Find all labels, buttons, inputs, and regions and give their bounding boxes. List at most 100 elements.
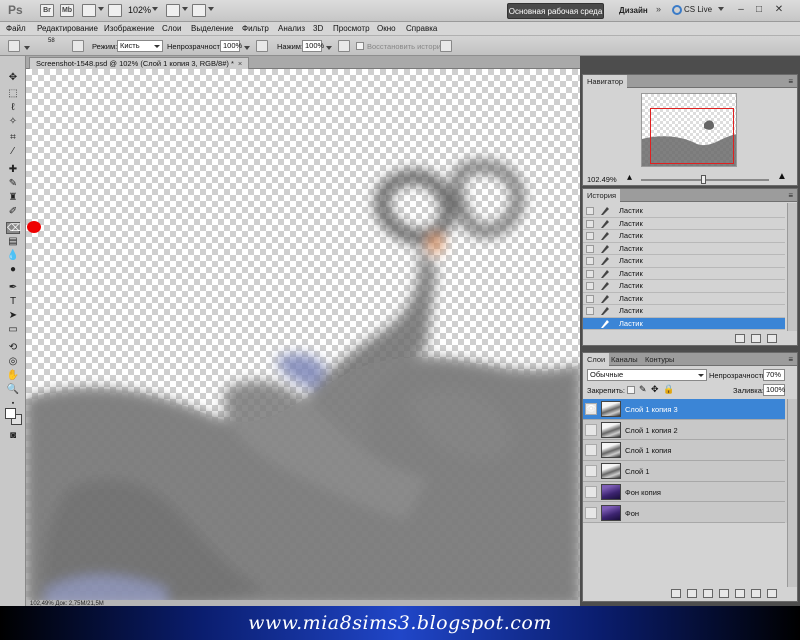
minimize-button[interactable]: –: [734, 3, 748, 17]
history-brush-tool-icon[interactable]: ✐: [6, 206, 20, 218]
layer-opacity-input[interactable]: 70%: [763, 369, 785, 381]
screen-mode-icon[interactable]: [192, 4, 206, 17]
layer-visibility-icon[interactable]: [585, 465, 597, 478]
new-layer-icon[interactable]: [751, 589, 761, 598]
tab-navigator[interactable]: Навигатор: [583, 75, 628, 88]
blend-mode-select[interactable]: Обычные: [587, 369, 707, 381]
menu-analysis[interactable]: Анализ: [278, 24, 305, 33]
workspace-more-icon[interactable]: »: [656, 4, 661, 14]
opacity-input[interactable]: 100%: [220, 40, 242, 52]
eraser-tool-icon[interactable]: ⌫: [6, 222, 21, 234]
tab-history[interactable]: История: [583, 189, 621, 202]
path-select-tool-icon[interactable]: ➤: [6, 310, 20, 322]
layer-row[interactable]: Слой 1 копия: [583, 440, 785, 462]
history-source-checkbox[interactable]: [586, 294, 594, 303]
layer-row[interactable]: 👁 Слой 1 копия 3: [583, 399, 785, 420]
navigator-zoom[interactable]: 102.49%: [587, 175, 617, 184]
crop-tool-icon[interactable]: ⌗: [6, 132, 20, 144]
maximize-button[interactable]: □: [752, 3, 766, 17]
eraser-preset-icon[interactable]: [8, 40, 20, 52]
chevron-down-icon[interactable]: [24, 44, 30, 50]
menu-layer[interactable]: Слои: [162, 24, 181, 33]
zoom-level[interactable]: 102%: [128, 5, 151, 15]
workspace-design-button[interactable]: Дизайн: [619, 6, 648, 15]
navigator-slider-knob[interactable]: [701, 175, 706, 184]
layer-row[interactable]: Слой 1: [583, 461, 785, 482]
history-source-checkbox[interactable]: [586, 219, 594, 228]
brush-panel-icon[interactable]: [72, 40, 84, 52]
layer-mask-icon[interactable]: [703, 589, 713, 598]
history-state[interactable]: Ластик: [583, 230, 785, 243]
zoom-in-icon[interactable]: ▲: [777, 171, 787, 182]
chevron-down-icon[interactable]: [98, 5, 104, 11]
document-canvas[interactable]: [26, 69, 580, 606]
layer-visibility-icon[interactable]: 👁: [585, 403, 597, 415]
new-document-from-state-icon[interactable]: [735, 334, 745, 343]
history-state[interactable]: Ластик: [583, 317, 785, 330]
chevron-down-icon[interactable]: [208, 5, 214, 11]
history-source-checkbox[interactable]: [586, 232, 594, 240]
restore-history-checkbox[interactable]: [356, 42, 364, 50]
chevron-down-icon[interactable]: [718, 5, 724, 11]
menu-window[interactable]: Окно: [377, 24, 396, 33]
tab-paths[interactable]: Контуры: [641, 353, 678, 366]
layer-row[interactable]: Фон копия: [583, 482, 785, 503]
quick-mask-icon[interactable]: ◙: [6, 430, 20, 442]
menu-select[interactable]: Выделение: [191, 24, 233, 33]
brush-tool-icon[interactable]: ✎: [6, 178, 20, 190]
panel-menu-icon[interactable]: ≡: [788, 192, 793, 200]
chevron-down-icon[interactable]: [182, 5, 188, 11]
move-tool-icon[interactable]: ✥: [6, 72, 20, 84]
mode-select[interactable]: Кисть: [117, 40, 163, 52]
menu-edit[interactable]: Редактирование: [37, 24, 98, 33]
history-scrollbar[interactable]: [787, 203, 797, 331]
chevron-down-icon[interactable]: [244, 44, 250, 50]
clone-stamp-tool-icon[interactable]: ♜: [6, 192, 20, 204]
eyedropper-tool-icon[interactable]: ⁄: [6, 146, 20, 158]
history-source-checkbox[interactable]: [586, 269, 594, 278]
blur-tool-icon[interactable]: 💧: [6, 250, 20, 262]
3d-orbit-tool-icon[interactable]: ◎: [6, 356, 20, 368]
menu-filter[interactable]: Фильтр: [242, 24, 269, 33]
arrange-documents-icon[interactable]: [166, 4, 180, 17]
menu-help[interactable]: Справка: [406, 24, 437, 33]
history-state[interactable]: Ластик: [583, 280, 785, 293]
hand-tool-icon[interactable]: ✋: [6, 370, 20, 382]
adjustment-layer-icon[interactable]: [719, 589, 729, 598]
lock-transparency-icon[interactable]: [627, 386, 635, 394]
tab-channels[interactable]: Каналы: [607, 353, 642, 366]
3d-rotate-tool-icon[interactable]: ⟲: [6, 342, 20, 354]
zoom-dropdown-icon[interactable]: [152, 5, 158, 11]
gradient-tool-icon[interactable]: ▤: [6, 236, 20, 248]
lock-position-icon[interactable]: ✥: [651, 384, 659, 395]
close-button[interactable]: ✕: [772, 3, 786, 17]
panel-menu-icon[interactable]: ≡: [788, 356, 793, 364]
layer-visibility-icon[interactable]: [585, 485, 597, 498]
panel-menu-icon[interactable]: ≡: [788, 78, 793, 86]
history-state[interactable]: Ластик: [583, 268, 785, 280]
airbrush-icon[interactable]: [338, 40, 350, 52]
layer-row[interactable]: Слой 1 копия 2: [583, 420, 785, 441]
document-tab[interactable]: Screenshot-1548.psd @ 102% (Слой 1 копия…: [29, 57, 250, 69]
chevron-down-icon[interactable]: [326, 44, 332, 50]
marquee-tool-icon[interactable]: ⬚: [6, 88, 20, 100]
fill-input[interactable]: 100%: [763, 384, 785, 396]
blog-url[interactable]: www.mia8sims3.blogspot.com: [0, 612, 800, 634]
foreground-color-swatch[interactable]: [5, 408, 16, 419]
history-source-checkbox[interactable]: [586, 244, 594, 253]
navigator-view-box[interactable]: [650, 108, 734, 164]
lock-pixels-icon[interactable]: ✎: [639, 384, 647, 395]
history-source-checkbox[interactable]: [586, 282, 594, 290]
history-state[interactable]: Ластик: [583, 293, 785, 305]
cs-live-button[interactable]: CS Live: [684, 5, 712, 14]
bridge-button[interactable]: Br: [40, 4, 54, 17]
menu-file[interactable]: Файл: [6, 24, 26, 33]
layers-scrollbar[interactable]: [787, 399, 797, 587]
workspace-essentials-button[interactable]: Основная рабочая среда: [507, 3, 604, 19]
close-document-icon[interactable]: ×: [238, 59, 242, 68]
history-source-checkbox[interactable]: [586, 207, 594, 215]
mini-bridge-button[interactable]: Mb: [60, 4, 74, 17]
layer-visibility-icon[interactable]: [585, 444, 597, 457]
menu-3d[interactable]: 3D: [313, 24, 323, 33]
delete-layer-icon[interactable]: [767, 589, 777, 598]
